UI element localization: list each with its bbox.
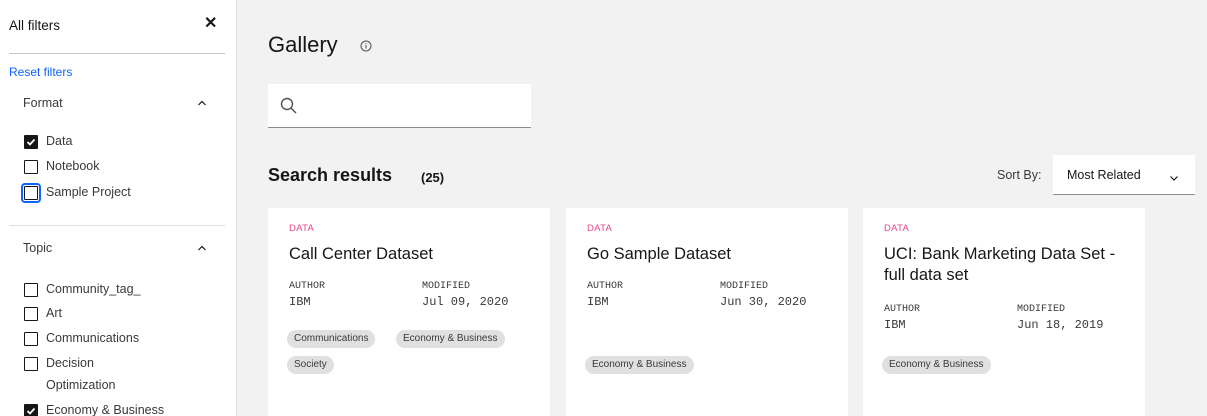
search-icon [279, 96, 299, 116]
checkbox-decision-optimization[interactable] [24, 357, 38, 371]
dataset-card[interactable]: DATA Go Sample Dataset AUTHOR IBM MODIFI… [566, 208, 848, 416]
divider [9, 53, 225, 54]
checkbox-label: Data [46, 134, 73, 148]
author-label: AUTHOR [884, 304, 921, 315]
author-label: AUTHOR [587, 281, 624, 292]
search-input[interactable] [310, 94, 520, 118]
dataset-card[interactable]: DATA UCI: Bank Marketing Data Set - full… [863, 208, 1145, 416]
checkbox-notebook[interactable] [24, 160, 38, 174]
card-title[interactable]: Go Sample Dataset [587, 244, 837, 265]
tag[interactable]: Economy & Business [396, 330, 505, 348]
checkbox-label-line2: Optimization [46, 378, 116, 392]
chevron-down-icon [1169, 170, 1179, 181]
checkbox-communications[interactable] [24, 332, 38, 346]
topic-section-title[interactable]: Topic [23, 241, 52, 255]
checkbox-data[interactable] [24, 135, 38, 149]
results-count: (25) [421, 170, 445, 185]
checkbox-label: Communications [46, 331, 140, 345]
checkbox-economy-business[interactable] [24, 404, 38, 416]
chevron-up-icon[interactable] [197, 243, 207, 253]
filters-sidebar: All filters ✕ Reset filters Format Data … [0, 0, 237, 416]
checkbox-label: Economy & Business [46, 403, 165, 416]
tag[interactable]: Economy & Business [882, 356, 991, 374]
reset-filters-link[interactable]: Reset filters [9, 65, 72, 79]
info-icon[interactable] [360, 39, 372, 52]
card-title[interactable]: Call Center Dataset [289, 244, 539, 265]
card-title[interactable]: UCI: Bank Marketing Data Set - full data… [884, 244, 1134, 286]
tag[interactable]: Economy & Business [585, 356, 694, 374]
author-value: IBM [884, 318, 906, 332]
author-value: IBM [289, 295, 311, 309]
divider [9, 225, 225, 226]
sort-dropdown[interactable]: Most Related [1053, 155, 1195, 195]
close-icon[interactable]: ✕ [204, 14, 218, 34]
checkbox-label: Art [46, 306, 62, 320]
checkbox-sample-project[interactable] [21, 183, 41, 203]
page-title: Gallery [268, 32, 338, 57]
filters-title: All filters [9, 18, 61, 33]
modified-value: Jul 09, 2020 [422, 295, 509, 309]
sort-label: Sort By: [997, 168, 1042, 182]
card-type: DATA [289, 223, 315, 234]
author-value: IBM [587, 295, 609, 309]
modified-label: MODIFIED [1017, 304, 1066, 315]
modified-label: MODIFIED [720, 281, 769, 292]
checkbox-label: Community_tag_ [46, 282, 141, 296]
dataset-card[interactable]: DATA Call Center Dataset AUTHOR IBM MODI… [268, 208, 550, 416]
card-type: DATA [884, 223, 910, 234]
tag[interactable]: Communications [287, 330, 376, 348]
tag[interactable]: Society [287, 356, 334, 374]
checkbox-label: Notebook [46, 159, 100, 173]
modified-value: Jun 30, 2020 [720, 295, 807, 309]
search-field[interactable] [268, 84, 531, 128]
checkbox-label: Decision [46, 356, 94, 370]
author-label: AUTHOR [289, 281, 326, 292]
card-type: DATA [587, 223, 613, 234]
results-heading: Search results [268, 165, 393, 185]
checkbox-community-tag[interactable] [24, 283, 38, 297]
modified-label: MODIFIED [422, 281, 471, 292]
sort-selected-value: Most Related [1067, 168, 1141, 182]
modified-value: Jun 18, 2019 [1017, 318, 1104, 332]
chevron-up-icon[interactable] [197, 98, 207, 108]
format-section-title[interactable]: Format [23, 96, 63, 110]
checkbox-art[interactable] [24, 307, 38, 321]
checkbox-label: Sample Project [46, 185, 131, 199]
